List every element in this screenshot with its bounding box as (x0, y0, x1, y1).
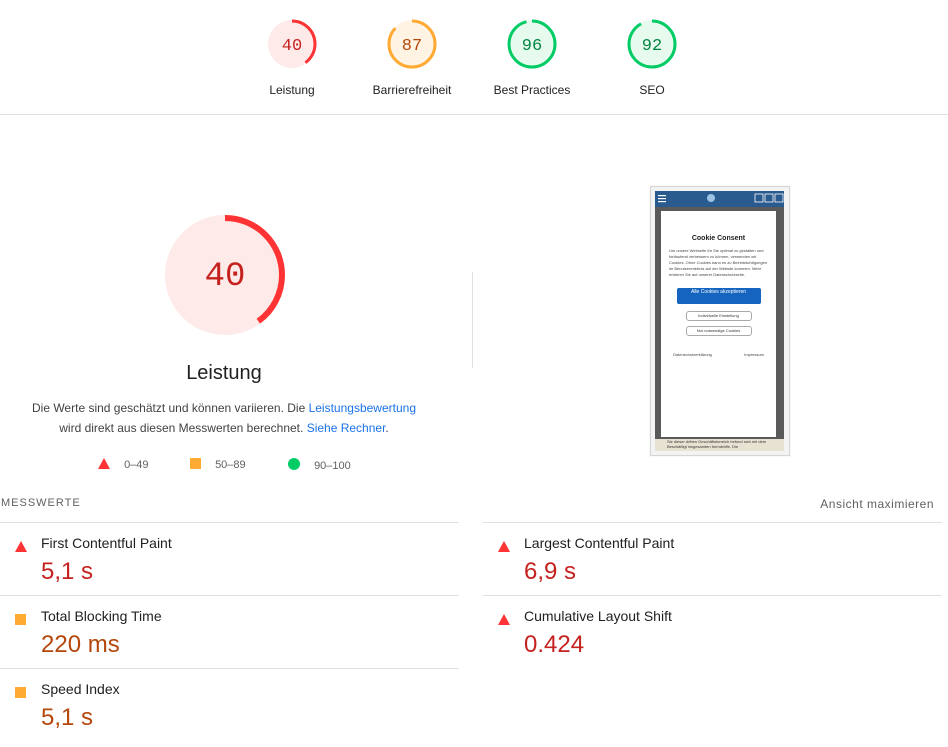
category-gauges: 40 Leistung 87 Barrierefreiheit 96 Best … (0, 0, 948, 115)
final-screenshot[interactable]: Cookie Consent Um unsere Webseite für Si… (650, 186, 790, 456)
metric-cls: Cumulative Layout Shift 0.424 (483, 595, 942, 668)
score-ring: 92 (627, 19, 677, 69)
metric-speed-index: Speed Index 5,1 s (0, 668, 459, 741)
maximize-view-toggle[interactable]: Ansicht maximieren (820, 497, 934, 511)
square-icon (15, 612, 26, 630)
performance-title: Leistung (186, 362, 262, 384)
calculator-link[interactable]: Siehe Rechner (307, 421, 386, 435)
gauge-accessibility[interactable]: 87 Barrierefreiheit (352, 18, 472, 97)
desc-text: Die Werte sind geschätzt und können vari… (31, 401, 309, 415)
dialog-title: Cookie Consent (691, 235, 746, 242)
cookie-dialog: Cookie Consent Um unsere Webseite für Si… (661, 211, 776, 437)
dialog-links: Datenschutzerklärung Impressum (673, 352, 764, 357)
vertical-divider (472, 272, 473, 368)
square-icon (190, 458, 201, 472)
gauge-score: 96 (522, 37, 542, 56)
legend-item-average: 50–89 (190, 458, 246, 472)
metric-value: 5,1 s (41, 704, 94, 731)
gauge-score: 40 (282, 37, 302, 56)
triangle-icon (498, 612, 510, 630)
legend-item-pass: 90–100 (288, 458, 351, 473)
metric-value: 220 ms (41, 631, 120, 658)
metric-name: Speed Index (41, 681, 120, 697)
metric-fcp: First Contentful Paint 5,1 s (0, 522, 459, 595)
triangle-icon (98, 458, 110, 472)
gauge-label: Barrierefreiheit (372, 83, 452, 97)
metric-name: First Contentful Paint (41, 535, 172, 551)
legend-item-fail: 0–49 (98, 458, 149, 472)
scoring-link[interactable]: Leistungsbewertung (309, 401, 416, 415)
square-icon (15, 685, 26, 703)
page-footer-text: Sie dieser dritten Geschäftsbereich befu… (655, 439, 784, 451)
imprint-link: Impressum (744, 352, 764, 357)
score-ring: 96 (507, 19, 557, 69)
gauge-score: 87 (402, 37, 422, 56)
metric-value: 6,9 s (524, 558, 577, 585)
necessary-only-button: Nur notwendige Cookies (685, 326, 752, 336)
desc-text: wird direkt aus diesen Messwerten berech… (59, 421, 307, 435)
circle-icon (288, 458, 300, 473)
performance-score-gauge: 40 (165, 215, 285, 335)
metric-value: 5,1 s (41, 558, 94, 585)
site-header (655, 191, 784, 207)
dialog-text: Um unsere Webseite für Sie optimal zu ge… (669, 248, 768, 277)
triangle-icon (498, 539, 510, 557)
gauge-label: Best Practices (493, 83, 571, 97)
score-ring: 40 (267, 19, 317, 69)
gauge-label: Leistung (269, 83, 315, 97)
menu-icon (658, 193, 784, 203)
metric-value: 0.424 (524, 631, 585, 658)
score-ring: 87 (387, 19, 437, 69)
privacy-link: Datenschutzerklärung (673, 352, 712, 357)
desc-text: . (385, 421, 389, 435)
performance-description: Die Werte sind geschätzt und können vari… (20, 398, 428, 438)
metrics-header: MESSWERTE (1, 497, 81, 509)
gauge-seo[interactable]: 92 SEO (592, 18, 712, 97)
individual-settings-button: Individuelle Einstellung (685, 311, 752, 321)
legend-range: 90–100 (314, 459, 351, 472)
screenshot-screen: Cookie Consent Um unsere Webseite für Si… (655, 191, 784, 451)
metric-name: Largest Contentful Paint (524, 535, 675, 551)
accept-all-button: Alle Cookies akzeptieren (676, 288, 761, 304)
legend-range: 0–49 (124, 459, 149, 471)
gauge-best-practices[interactable]: 96 Best Practices (472, 18, 592, 97)
metric-name: Total Blocking Time (41, 608, 162, 624)
performance-score: 40 (205, 258, 246, 296)
triangle-icon (15, 539, 27, 557)
legend-range: 50–89 (215, 459, 246, 471)
gauge-performance[interactable]: 40 Leistung (232, 18, 352, 97)
metric-tbt: Total Blocking Time 220 ms (0, 595, 459, 668)
metric-name: Cumulative Layout Shift (524, 608, 672, 624)
gauge-label: SEO (639, 83, 665, 97)
gauge-score: 92 (642, 37, 662, 56)
metric-lcp: Largest Contentful Paint 6,9 s (483, 522, 942, 595)
